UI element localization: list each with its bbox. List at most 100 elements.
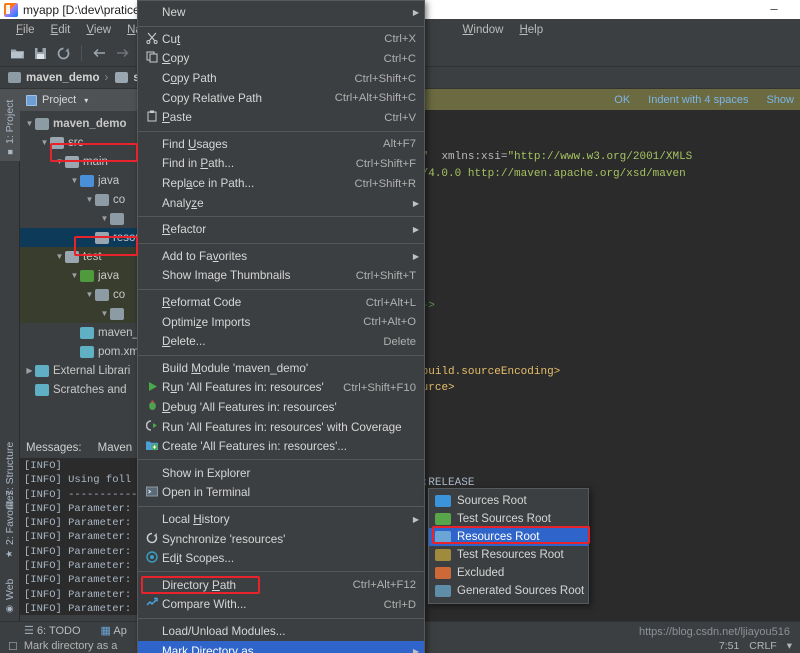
sync-refresh-icon[interactable]: [52, 42, 74, 64]
chevron-up-icon[interactable]: ▾: [787, 640, 792, 652]
sidebar-item-project[interactable]: ■ 1: Project: [0, 89, 20, 161]
chevron-down-icon[interactable]: ▼: [69, 176, 80, 185]
chevron-down-icon[interactable]: ▼: [84, 195, 95, 204]
menu-item-label: Mark Directory as: [162, 645, 424, 653]
menu-item-mark-directory-as[interactable]: Mark Directory as▶: [138, 641, 424, 653]
submenu-item-resources-root[interactable]: Resources Root: [429, 528, 588, 546]
package-icon: [110, 213, 124, 225]
back-arrow-icon[interactable]: [88, 42, 110, 64]
menu-item-replace-in-path[interactable]: Replace in Path...Ctrl+Shift+R: [138, 174, 424, 194]
chevron-down-icon[interactable]: ▼: [84, 290, 95, 299]
chevron-down-icon[interactable]: ▼: [54, 157, 65, 166]
chevron-down-icon[interactable]: ▼: [99, 309, 110, 318]
menu-item-load-unload-modules[interactable]: Load/Unload Modules...: [138, 622, 424, 642]
menu-item-label: Edit Scopes...: [162, 552, 424, 565]
context-menu[interactable]: New▶ CutCtrl+XCopyCtrl+CCopy PathCtrl+Shi…: [137, 0, 425, 653]
chevron-right-icon: ▶: [413, 199, 419, 208]
menu-item-label: Compare With...: [162, 598, 384, 611]
notification-show-link[interactable]: Show: [766, 94, 794, 106]
chevron-down-icon[interactable]: ▼: [39, 138, 50, 147]
menu-separator: [138, 355, 424, 356]
menu-item-label: Build Module 'maven_demo': [162, 362, 424, 375]
menu-window[interactable]: Window: [455, 22, 512, 38]
menu-item-find-usages[interactable]: Find UsagesAlt+F7: [138, 135, 424, 155]
menu-item-add-to-favorites[interactable]: Add to Favorites▶: [138, 247, 424, 267]
bottom-item-todo[interactable]: ☰ 6: TODO: [24, 624, 81, 637]
submenu-item-sources-root[interactable]: Sources Root: [429, 492, 588, 510]
menu-item-paste[interactable]: PasteCtrl+V: [138, 108, 424, 128]
menu-item-label: Find in Path...: [162, 157, 356, 170]
tree-node-label: test: [83, 251, 102, 263]
open-folder-icon[interactable]: [6, 42, 28, 64]
libraries-icon: [35, 365, 49, 377]
sidebar-item-web[interactable]: ◉ Web: [0, 565, 20, 617]
bottom-item-app[interactable]: ▦ Ap: [101, 624, 127, 637]
sidebar-item-favorites-label: 2: Favorites: [4, 490, 16, 545]
copy-icon: [142, 51, 162, 66]
scissors-icon: [142, 32, 162, 47]
menu-item-copy-path[interactable]: Copy PathCtrl+Shift+C: [138, 69, 424, 89]
menu-help[interactable]: Help: [511, 22, 551, 38]
breadcrumb-item-0[interactable]: maven_demo ›: [8, 72, 113, 84]
menu-item-delete[interactable]: Delete...Delete: [138, 332, 424, 352]
caret-position[interactable]: 7:51: [719, 640, 739, 652]
chevron-down-icon[interactable]: ▼: [69, 271, 80, 280]
chevron-down-icon[interactable]: ▾: [84, 96, 88, 105]
menu-item-show-in-explorer[interactable]: Show in Explorer: [138, 463, 424, 483]
submenu-item-generated-sources-root[interactable]: Generated Sources Root: [429, 582, 588, 600]
menu-item-reformat-code[interactable]: Reformat CodeCtrl+Alt+L: [138, 293, 424, 313]
submenu-item-test-sources-root[interactable]: Test Sources Root: [429, 510, 588, 528]
menu-edit[interactable]: Edit: [43, 22, 79, 38]
minimize-button[interactable]: –: [766, 2, 782, 18]
chevron-right-icon: ▶: [413, 515, 419, 524]
menu-item-label: Copy Path: [162, 72, 354, 85]
breadcrumb-label-0: maven_demo: [26, 72, 100, 84]
menu-item-synchronize-resources[interactable]: Synchronize 'resources': [138, 529, 424, 549]
folder-icon: [95, 232, 109, 244]
menu-item-show-image-thumbnails[interactable]: Show Image ThumbnailsCtrl+Shift+T: [138, 266, 424, 286]
intellij-idea-icon: [4, 3, 18, 17]
menu-item-create-all-features-in-resources[interactable]: Create 'All Features in: resources'...: [138, 437, 424, 457]
chevron-down-icon[interactable]: ▼: [24, 119, 35, 128]
chevron-down-icon[interactable]: ▼: [99, 214, 110, 223]
folder-icon: [435, 513, 451, 525]
notification-indent-link[interactable]: Indent with 4 spaces: [648, 94, 748, 106]
menu-item-compare-with[interactable]: Compare With...Ctrl+D: [138, 595, 424, 615]
menu-item-cut[interactable]: CutCtrl+X: [138, 30, 424, 50]
menu-view[interactable]: View: [78, 22, 119, 38]
line-separator[interactable]: CRLF: [749, 640, 776, 652]
menu-item-find-in-path[interactable]: Find in Path...Ctrl+Shift+F: [138, 154, 424, 174]
sidebar-item-favorites[interactable]: ★ 2: Favorites: [0, 474, 20, 562]
chevron-right-icon: ▶: [413, 8, 419, 17]
menu-item-edit-scopes[interactable]: Edit Scopes...: [138, 549, 424, 569]
forward-arrow-icon[interactable]: [111, 42, 133, 64]
menu-item-local-history[interactable]: Local History▶: [138, 510, 424, 530]
menu-item-build-module-maven-demo[interactable]: Build Module 'maven_demo': [138, 359, 424, 379]
mark-directory-as-submenu[interactable]: Sources RootTest Sources RootResources R…: [428, 488, 589, 604]
menu-item-run-all-features-in-resources-with-coverage[interactable]: Run 'All Features in: resources' with Co…: [138, 417, 424, 437]
menu-item-new[interactable]: New▶: [138, 3, 424, 23]
menu-item-shortcut: Ctrl+X: [384, 33, 424, 45]
notification-ok-link[interactable]: OK: [614, 94, 630, 106]
menu-item-label: Show Image Thumbnails: [162, 269, 356, 282]
sync-icon: [142, 532, 162, 547]
submenu-item-test-resources-root[interactable]: Test Resources Root: [429, 546, 588, 564]
menu-item-run-all-features-in-resources[interactable]: Run 'All Features in: resources'Ctrl+Shi…: [138, 378, 424, 398]
menu-item-optimize-imports[interactable]: Optimize ImportsCtrl+Alt+O: [138, 312, 424, 332]
tree-node-label: co: [113, 194, 125, 206]
menu-item-directory-path[interactable]: Directory PathCtrl+Alt+F12: [138, 575, 424, 595]
folder-icon: [435, 585, 451, 597]
save-all-icon[interactable]: [29, 42, 51, 64]
menu-item-refactor[interactable]: Refactor▶: [138, 220, 424, 240]
menu-item-copy-relative-path[interactable]: Copy Relative PathCtrl+Alt+Shift+C: [138, 88, 424, 108]
menu-item-copy[interactable]: CopyCtrl+C: [138, 49, 424, 69]
menu-item-debug-all-features-in-resources[interactable]: Debug 'All Features in: resources': [138, 398, 424, 418]
submenu-item-excluded[interactable]: Excluded: [429, 564, 588, 582]
messages-tab-maven[interactable]: Maven: [98, 442, 133, 454]
menu-item-analyze[interactable]: Analyze▶: [138, 193, 424, 213]
menu-item-open-in-terminal[interactable]: Open in Terminal: [138, 483, 424, 503]
menu-file[interactable]: File: [8, 22, 43, 38]
chevron-right-icon[interactable]: ▶: [24, 366, 35, 375]
chevron-down-icon[interactable]: ▼: [54, 252, 65, 261]
globe-icon: ◉: [5, 603, 15, 613]
